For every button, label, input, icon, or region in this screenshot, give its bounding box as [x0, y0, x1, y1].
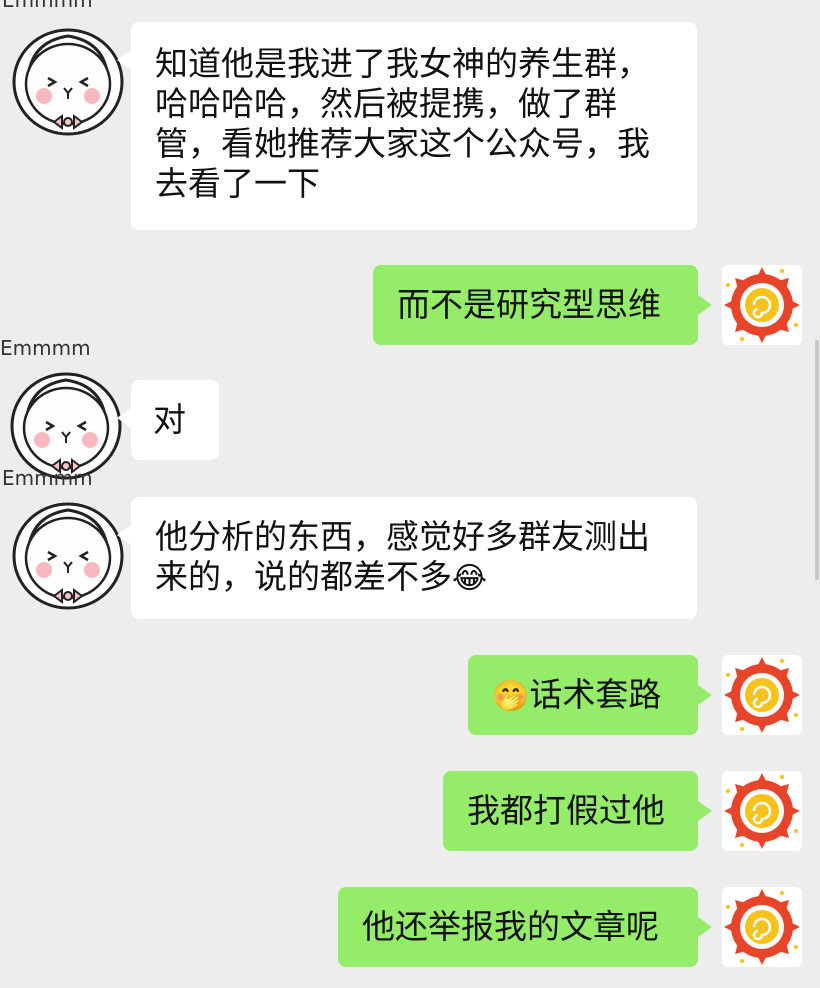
contact-avatar-icon[interactable] [10, 496, 126, 612]
message-text: 我都打假过他 [467, 791, 665, 830]
my-avatar-icon[interactable] [722, 655, 802, 735]
message-bubble-outgoing[interactable]: 他还举报我的文章呢 [338, 887, 712, 967]
contact-nickname: Emmmm [2, 466, 93, 490]
contact-nickname: Emmmm [0, 336, 91, 360]
message-text: 而不是研究型思维 [397, 285, 661, 324]
my-avatar-icon[interactable] [722, 771, 802, 851]
contact-avatar-icon[interactable] [10, 22, 126, 138]
message-bubble-incoming[interactable]: 知道他是我进了我女神的养生群，哈哈哈哈，然后被提携，做了群管，看她推荐大家这个公… [117, 22, 697, 230]
message-bubble-outgoing[interactable]: 我都打假过他 [443, 771, 712, 851]
contact-nickname: Emmmm [2, 0, 93, 12]
message-text: 他还举报我的文章呢 [362, 907, 659, 946]
message-text: 话术套路 [529, 675, 662, 714]
contact-avatar-icon[interactable] [8, 366, 124, 482]
my-avatar-icon[interactable] [722, 887, 802, 967]
chat-area: Emmmm 知道他是我进了我女神的养生群，哈哈哈哈，然后被提携，做了群管，看她推… [0, 0, 820, 988]
message-bubble-outgoing[interactable]: 🤭话术套路 [468, 655, 712, 735]
message-text: 他分析的东西，感觉好多群友测出来的，说的都差不多 [155, 517, 650, 596]
message-text: 对 [153, 400, 186, 439]
laughing-tears-emoji-icon: 😂 [452, 561, 488, 596]
message-bubble-incoming[interactable]: 他分析的东西，感觉好多群友测出来的，说的都差不多😂 [117, 497, 697, 619]
scrollbar[interactable] [815, 340, 819, 580]
message-bubble-outgoing[interactable]: 而不是研究型思维 [373, 265, 712, 345]
my-avatar-icon[interactable] [722, 265, 802, 345]
hand-over-mouth-emoji-icon: 🤭 [492, 679, 530, 714]
message-text: 知道他是我进了我女神的养生群，哈哈哈哈，然后被提携，做了群管，看她推荐大家这个公… [155, 44, 650, 203]
message-bubble-incoming[interactable]: 对 [117, 380, 219, 460]
